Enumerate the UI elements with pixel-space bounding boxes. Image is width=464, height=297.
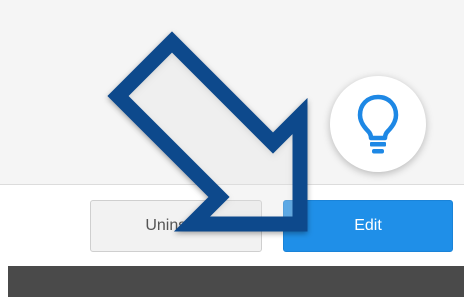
lightbulb-icon — [355, 91, 401, 157]
tip-button[interactable] — [330, 76, 426, 172]
edit-button[interactable]: Edit — [283, 200, 453, 252]
bottom-bar — [8, 266, 464, 297]
edit-button-label: Edit — [354, 217, 382, 234]
uninstall-button-label: Uninstall — [145, 217, 207, 234]
uninstall-button[interactable]: Uninstall — [90, 200, 262, 252]
